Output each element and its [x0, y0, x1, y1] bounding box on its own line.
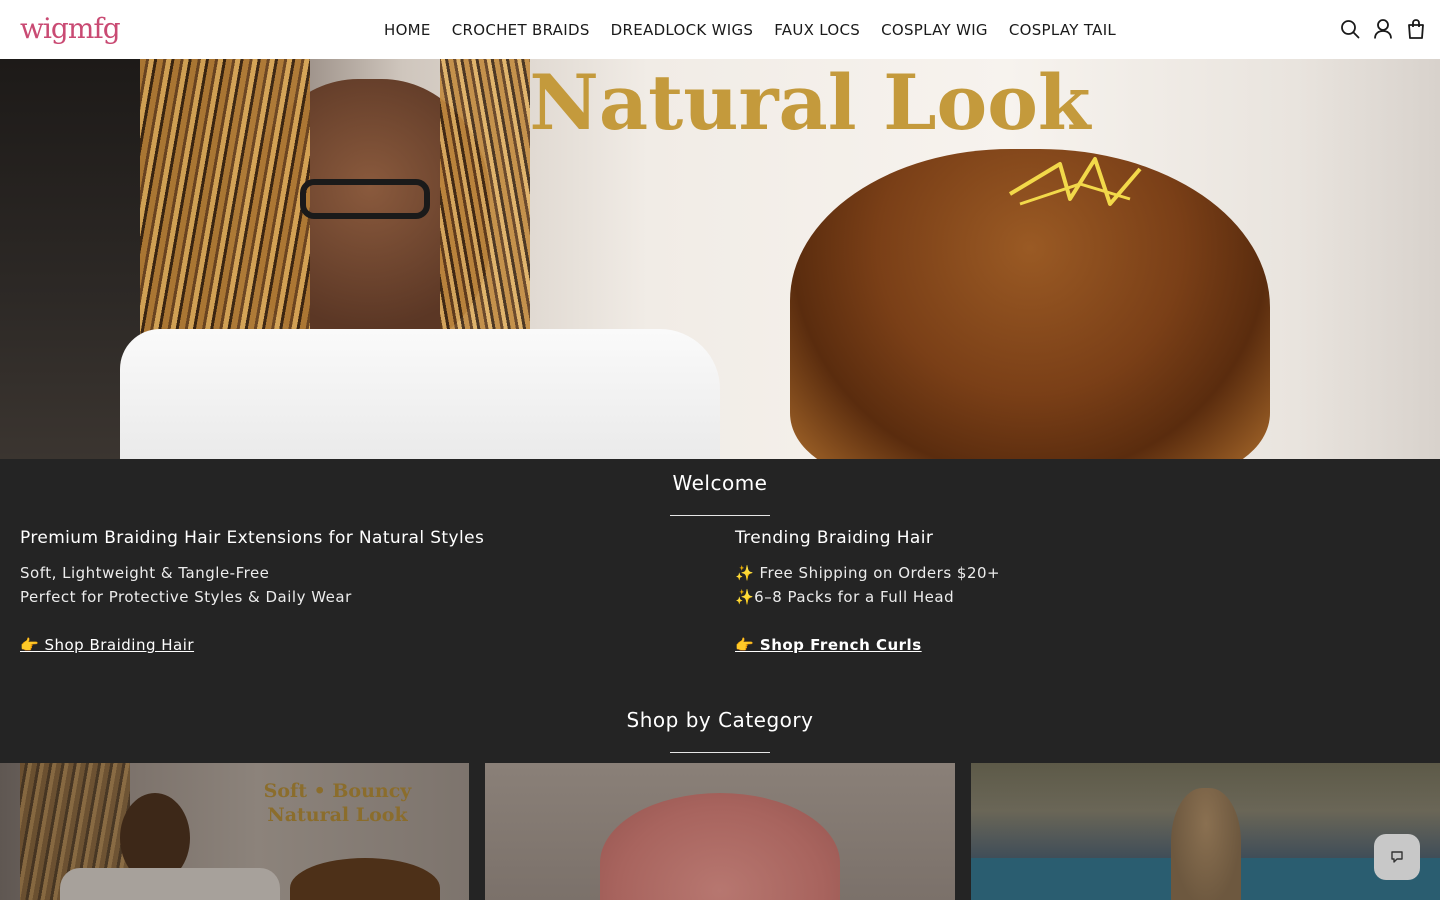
welcome-right-title: Trending Braiding Hair	[735, 528, 934, 548]
nav-item-cosplay-wig[interactable]: COSPLAY WIG	[881, 21, 988, 39]
card-pink-wig	[600, 793, 840, 900]
nav-item-home[interactable]: HOME	[384, 21, 431, 39]
welcome-title: Welcome	[672, 471, 768, 495]
site-header: wigmfg HOME CROCHET BRAIDS DREADLOCK WIG…	[0, 0, 1440, 59]
welcome-right-line-1: ✨ Free Shipping on Orders $20+	[735, 564, 1001, 582]
welcome-left-line-1: Soft, Lightweight & Tangle-Free	[20, 564, 270, 582]
site-logo[interactable]: wigmfg	[20, 12, 121, 46]
welcome-left-lines: Soft, Lightweight & Tangle-Free Perfect …	[20, 561, 720, 609]
welcome-left-column: Premium Braiding Hair Extensions for Nat…	[20, 524, 720, 657]
welcome-left-line-2: Perfect for Protective Styles & Daily We…	[20, 588, 352, 606]
hero-title: Natural Look	[529, 59, 1091, 147]
nav-item-faux-locs[interactable]: FAUX LOCS	[774, 21, 860, 39]
welcome-right-line-2: ✨6–8 Packs for a Full Head	[735, 588, 955, 606]
hero-glasses	[300, 179, 430, 219]
card-model-head	[1171, 788, 1241, 900]
hero-banner[interactable]: Natural Look	[0, 59, 1440, 459]
category-card-1-text: Soft • Bouncy Natural Look	[263, 780, 412, 826]
main-nav: HOME CROCHET BRAIDS DREADLOCK WIGS FAUX …	[384, 0, 1116, 59]
card-model-blouse	[60, 868, 280, 900]
shop-french-curls-link[interactable]: 👉 Shop French Curls	[735, 633, 922, 657]
card-curls-product	[290, 858, 440, 900]
search-icon[interactable]	[1340, 18, 1360, 40]
welcome-right-column: Trending Braiding Hair ✨ Free Shipping o…	[735, 524, 1435, 657]
categories-title: Shop by Category	[626, 708, 814, 732]
category-card-curls[interactable]	[971, 763, 1440, 900]
hair-clip-icon	[1008, 157, 1142, 206]
welcome-left-title: Premium Braiding Hair Extensions for Nat…	[20, 528, 485, 548]
shop-braiding-hair-link[interactable]: 👉 Shop Braiding Hair	[20, 633, 194, 657]
chat-button[interactable]	[1374, 834, 1420, 880]
hero-blouse	[120, 329, 720, 459]
category-card-braiding[interactable]: Soft • Bouncy Natural Look	[0, 763, 469, 900]
welcome-divider	[670, 515, 770, 516]
categories-divider	[670, 752, 770, 753]
nav-item-crochet-braids[interactable]: CROCHET BRAIDS	[452, 21, 590, 39]
chat-icon	[1391, 851, 1403, 863]
cart-icon[interactable]	[1406, 18, 1426, 40]
account-icon[interactable]	[1373, 18, 1393, 40]
category-card-cosplay-wig[interactable]	[485, 763, 955, 900]
welcome-right-lines: ✨ Free Shipping on Orders $20+ ✨6–8 Pack…	[735, 561, 1435, 609]
nav-item-cosplay-tail[interactable]: COSPLAY TAIL	[1009, 21, 1116, 39]
nav-item-dreadlock-wigs[interactable]: DREADLOCK WIGS	[611, 21, 754, 39]
header-actions	[1340, 18, 1426, 40]
